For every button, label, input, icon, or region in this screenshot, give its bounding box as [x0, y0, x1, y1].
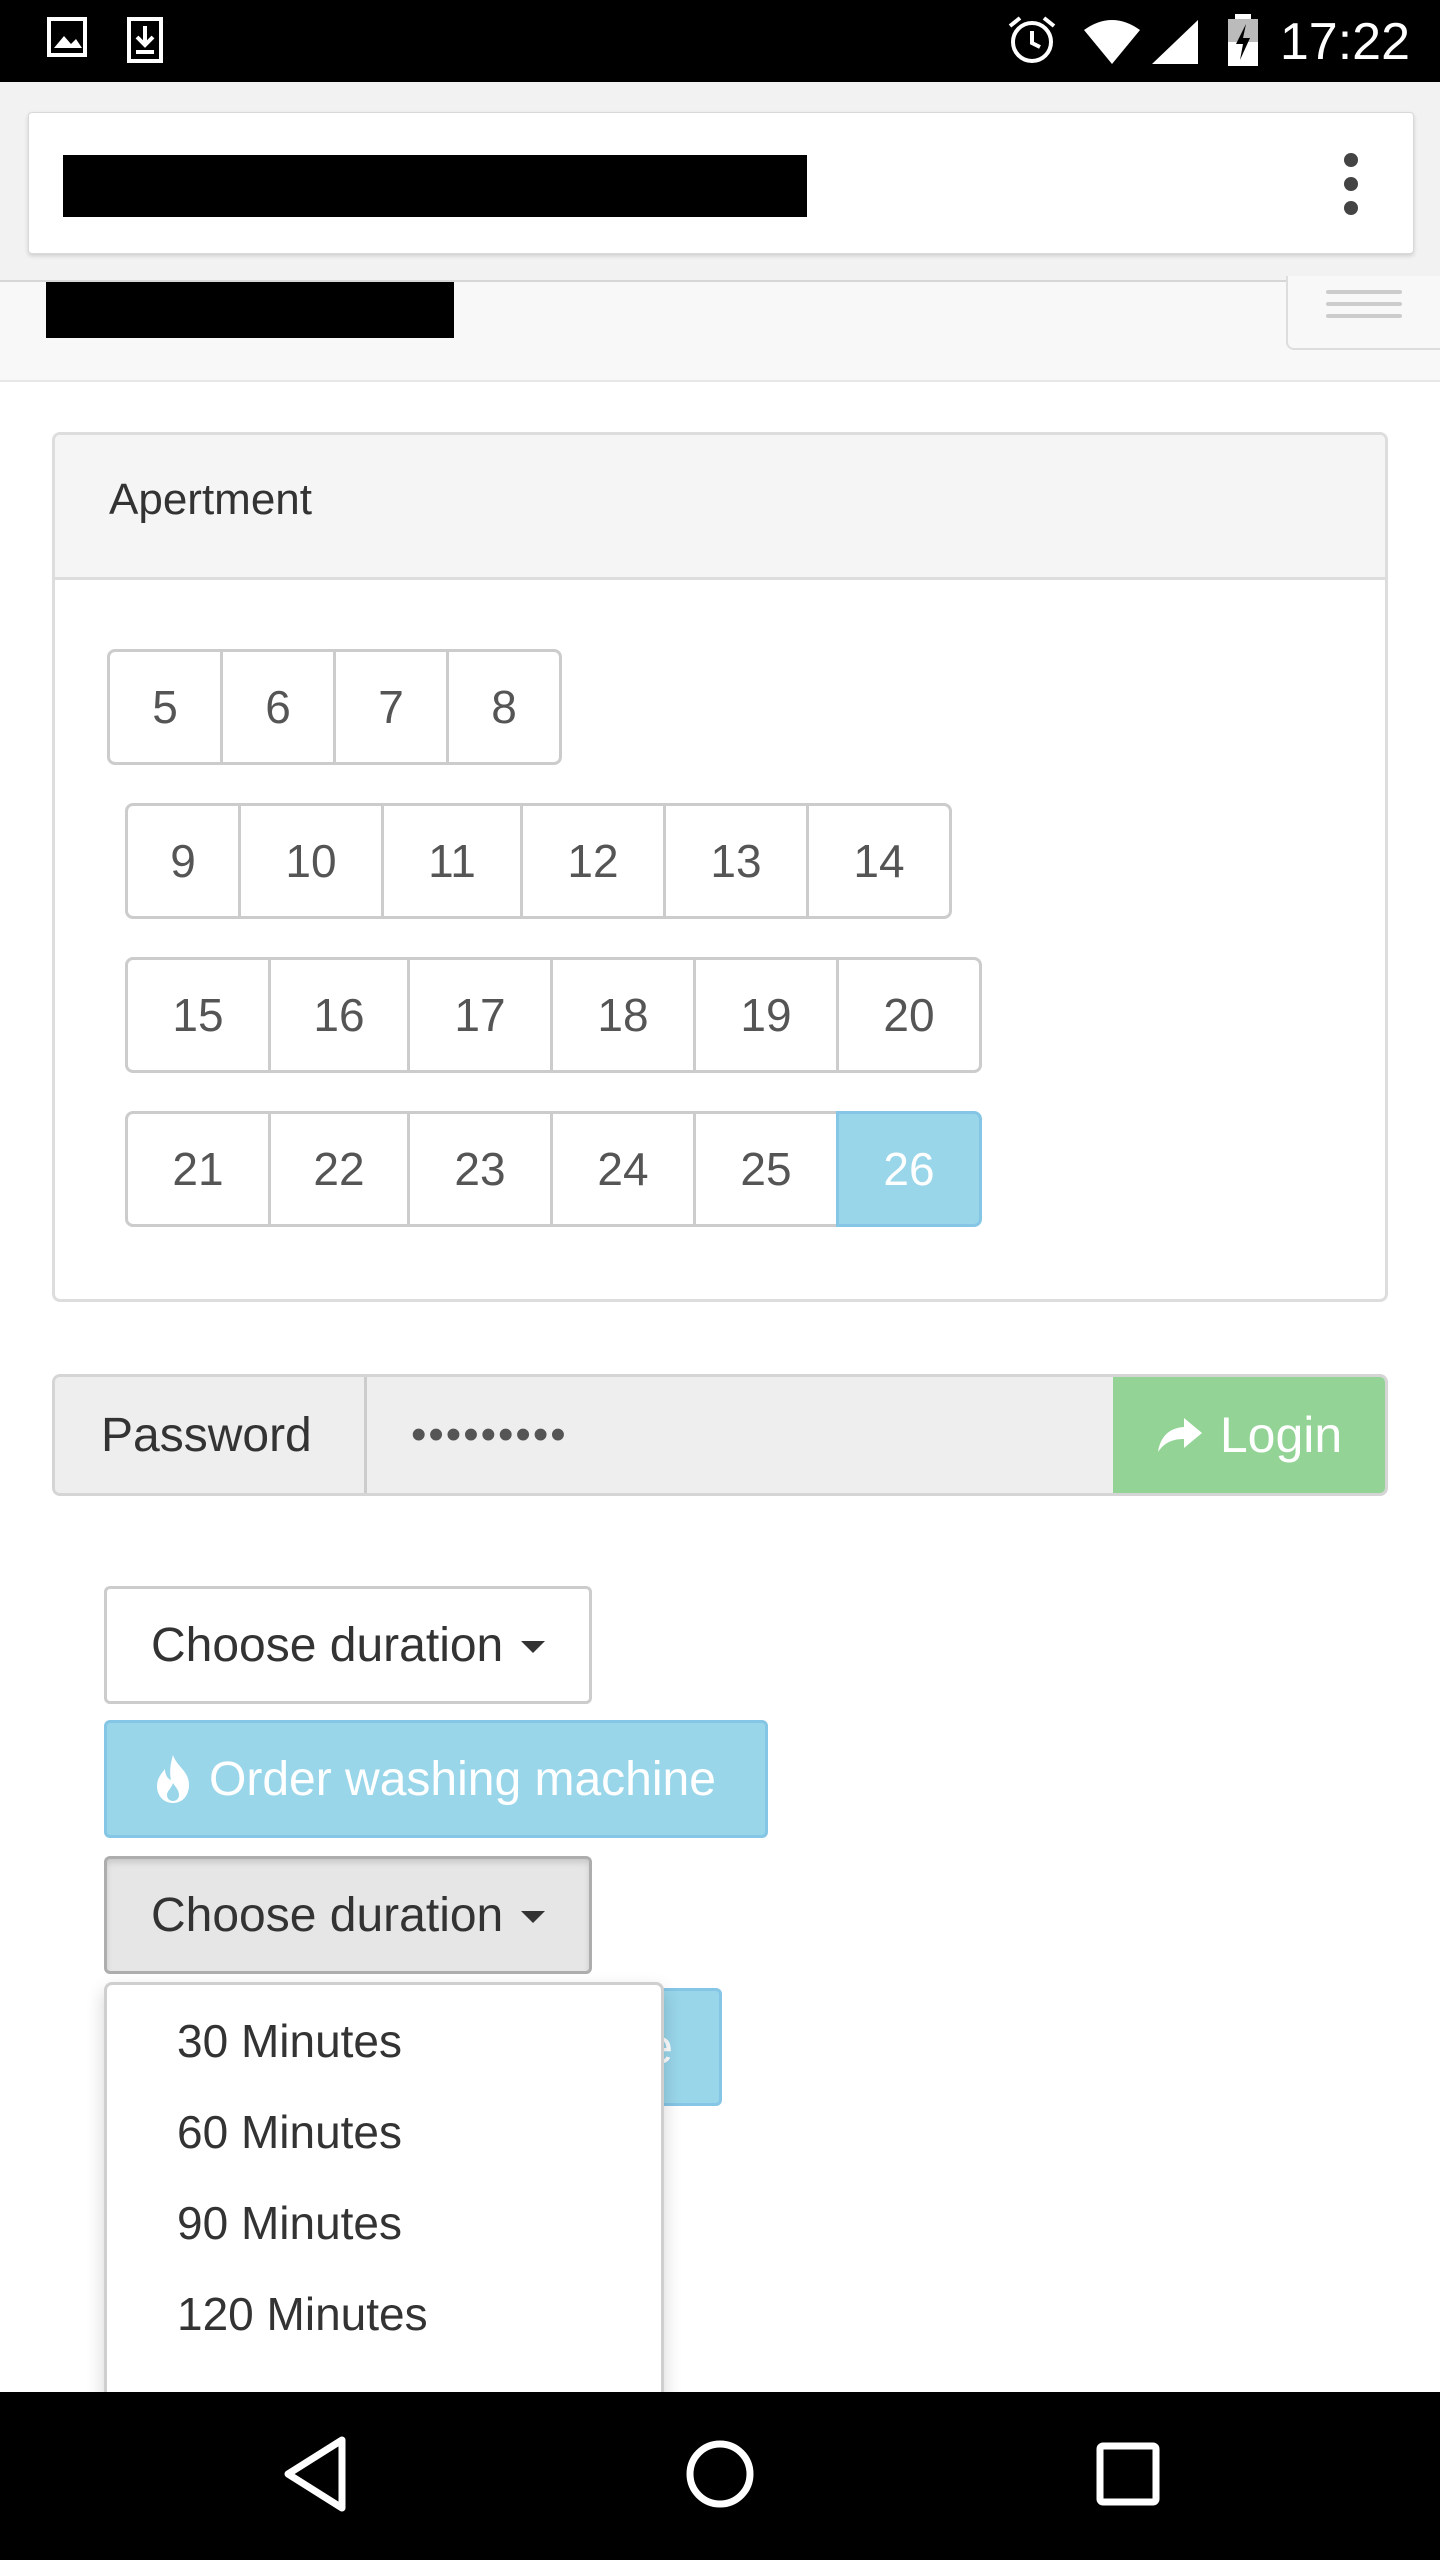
status-bar: 17:22	[0, 0, 1440, 82]
apartment-button-14[interactable]: 14	[806, 803, 952, 919]
browser-toolbar	[0, 82, 1440, 282]
url-bar[interactable]	[28, 112, 1414, 254]
caret-down-icon	[521, 1911, 546, 1923]
apartment-button-16[interactable]: 16	[268, 957, 410, 1073]
apartment-button-11[interactable]: 11	[381, 803, 523, 919]
brand-redacted	[46, 282, 454, 338]
choose-duration-label: Choose duration	[151, 1618, 504, 1672]
login-group: Password Login	[52, 1374, 1388, 1496]
apartment-button-10[interactable]: 10	[238, 803, 384, 919]
apartment-row-3: 15 16 17 18 19 20	[125, 957, 982, 1073]
apartment-button-7[interactable]: 7	[333, 649, 449, 765]
duration-dropdown-menu: 30 Minutes 60 Minutes 90 Minutes 120 Min…	[104, 1982, 664, 2412]
url-redacted	[63, 155, 807, 217]
panel-title: Apertment	[109, 475, 312, 524]
login-button[interactable]: Login	[1113, 1377, 1385, 1493]
choose-duration-dropdown-2[interactable]: Choose duration	[104, 1856, 592, 1974]
system-navigation-bar	[0, 2392, 1440, 2560]
fire-icon	[157, 1755, 189, 1803]
apartment-button-17[interactable]: 17	[407, 957, 553, 1073]
wifi-icon	[1084, 20, 1140, 64]
overflow-menu-icon[interactable]	[1341, 153, 1361, 217]
panel-heading: Apertment	[55, 435, 1385, 580]
apartment-button-24[interactable]: 24	[550, 1111, 696, 1227]
signal-icon	[1152, 20, 1198, 64]
page-navbar	[0, 276, 1440, 382]
apartment-button-22[interactable]: 22	[268, 1111, 410, 1227]
order-washing-machine-button-1[interactable]: Order washing machine	[104, 1720, 768, 1838]
apartment-button-5[interactable]: 5	[107, 649, 223, 765]
apartment-button-15[interactable]: 15	[125, 957, 271, 1073]
home-icon[interactable]	[684, 2434, 756, 2514]
apartment-button-18[interactable]: 18	[550, 957, 696, 1073]
battery-charging-icon	[1228, 14, 1258, 66]
login-button-label: Login	[1219, 1407, 1343, 1463]
apartment-row-4: 21 22 23 24 25 26	[125, 1111, 982, 1227]
alarm-icon	[1008, 16, 1056, 63]
apartment-button-25[interactable]: 25	[693, 1111, 839, 1227]
apartment-button-13[interactable]: 13	[663, 803, 809, 919]
duration-option-60[interactable]: 60 Minutes	[107, 2086, 661, 2177]
duration-option-120[interactable]: 120 Minutes	[107, 2268, 661, 2359]
choose-duration-label: Choose duration	[151, 1888, 504, 1942]
apartment-panel: Apertment 5 6 7 8 9 10 11 12 13 14 15 16 17 18 19 20 21 2…	[52, 432, 1388, 1302]
apartment-button-9[interactable]: 9	[125, 803, 241, 919]
apartment-button-19[interactable]: 19	[693, 957, 839, 1073]
image-icon	[47, 17, 87, 57]
password-input[interactable]	[367, 1377, 1113, 1493]
recents-icon[interactable]	[1092, 2434, 1164, 2514]
hamburger-icon[interactable]	[1286, 276, 1440, 350]
caret-down-icon	[521, 1641, 546, 1653]
apartment-button-23[interactable]: 23	[407, 1111, 553, 1227]
duration-option-30[interactable]: 30 Minutes	[107, 1995, 661, 2086]
share-arrow-icon	[1157, 1418, 1202, 1452]
apartment-button-26[interactable]: 26	[836, 1111, 982, 1227]
apartment-button-21[interactable]: 21	[125, 1111, 271, 1227]
password-label: Password	[55, 1377, 367, 1493]
order-button-label: Order washing machine	[209, 1752, 716, 1806]
apartment-button-20[interactable]: 20	[836, 957, 982, 1073]
apartment-button-12[interactable]: 12	[520, 803, 666, 919]
duration-option-90[interactable]: 90 Minutes	[107, 2177, 661, 2268]
apartment-button-6[interactable]: 6	[220, 649, 336, 765]
apartment-button-8[interactable]: 8	[446, 649, 562, 765]
status-time: 17:22	[1279, 13, 1410, 71]
apartment-row-2: 9 10 11 12 13 14	[125, 803, 952, 919]
download-icon	[127, 17, 163, 63]
back-icon[interactable]	[282, 2434, 348, 2514]
choose-duration-dropdown-1[interactable]: Choose duration	[104, 1586, 592, 1704]
apartment-row-1: 5678	[107, 649, 562, 765]
